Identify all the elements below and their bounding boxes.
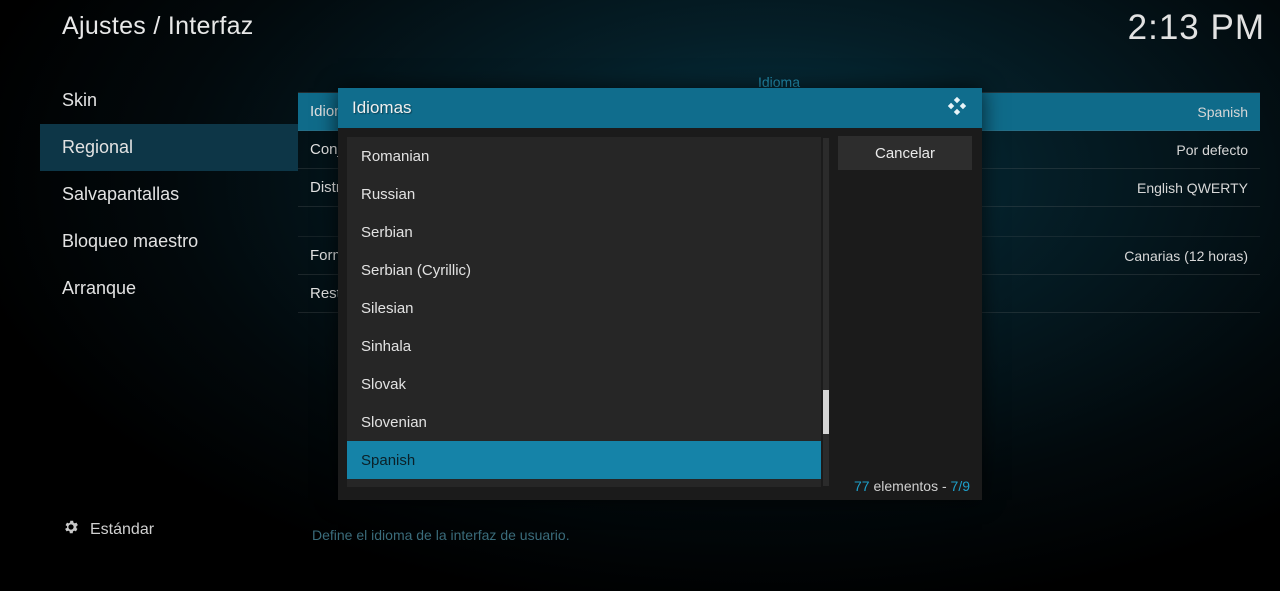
gear-icon [62, 518, 80, 541]
language-option[interactable]: Sinhala [347, 327, 821, 365]
dash: - [942, 478, 951, 494]
setting-value: Spanish [1197, 104, 1248, 120]
item-count: 77 [854, 478, 870, 494]
language-option[interactable]: Slovenian [347, 403, 821, 441]
setting-value: English QWERTY [1137, 180, 1248, 196]
scrollbar-thumb[interactable] [823, 390, 829, 434]
setting-value: Por defecto [1176, 142, 1248, 158]
sidebar-item-startup[interactable]: Arranque [40, 265, 298, 312]
sidebar-item-regional[interactable]: Regional [40, 124, 298, 171]
language-option[interactable]: Serbian [347, 213, 821, 251]
settings-level[interactable]: Estándar [62, 518, 154, 541]
sidebar-item-masterlock[interactable]: Bloqueo maestro [40, 218, 298, 265]
item-count-label-text: elementos [873, 478, 938, 494]
language-option[interactable]: Romanian [347, 137, 821, 175]
language-list[interactable]: Romanian Russian Serbian Serbian (Cyrill… [346, 136, 822, 488]
settings-level-label: Estándar [90, 521, 154, 539]
dialog-title: Idiomas [352, 98, 412, 118]
language-dialog: Idiomas Romanian Russian Serbian Serbian… [338, 88, 982, 500]
dialog-header: Idiomas [338, 88, 982, 128]
sidebar-item-skin[interactable]: Skin [40, 77, 298, 124]
help-text: Define el idioma de la interfaz de usuar… [312, 527, 570, 543]
language-option[interactable]: Slovak [347, 365, 821, 403]
sidebar-item-screensaver[interactable]: Salvapantallas [40, 171, 298, 218]
clock: 2:13 PM [1128, 8, 1265, 48]
sidebar: Skin Regional Salvapantallas Bloqueo mae… [40, 77, 298, 312]
page-indicator: 7/9 [951, 478, 970, 494]
kodi-logo-icon [946, 95, 968, 122]
breadcrumb: Ajustes / Interfaz [62, 12, 254, 41]
dialog-footer: 77 elementos - 7/9 [854, 478, 970, 494]
setting-value: Canarias (12 horas) [1124, 248, 1248, 264]
cancel-button[interactable]: Cancelar [838, 136, 972, 170]
language-option[interactable]: Serbian (Cyrillic) [347, 251, 821, 289]
language-option[interactable]: Russian [347, 175, 821, 213]
language-option-selected[interactable]: Spanish [347, 441, 821, 479]
language-option[interactable]: Silesian [347, 289, 821, 327]
